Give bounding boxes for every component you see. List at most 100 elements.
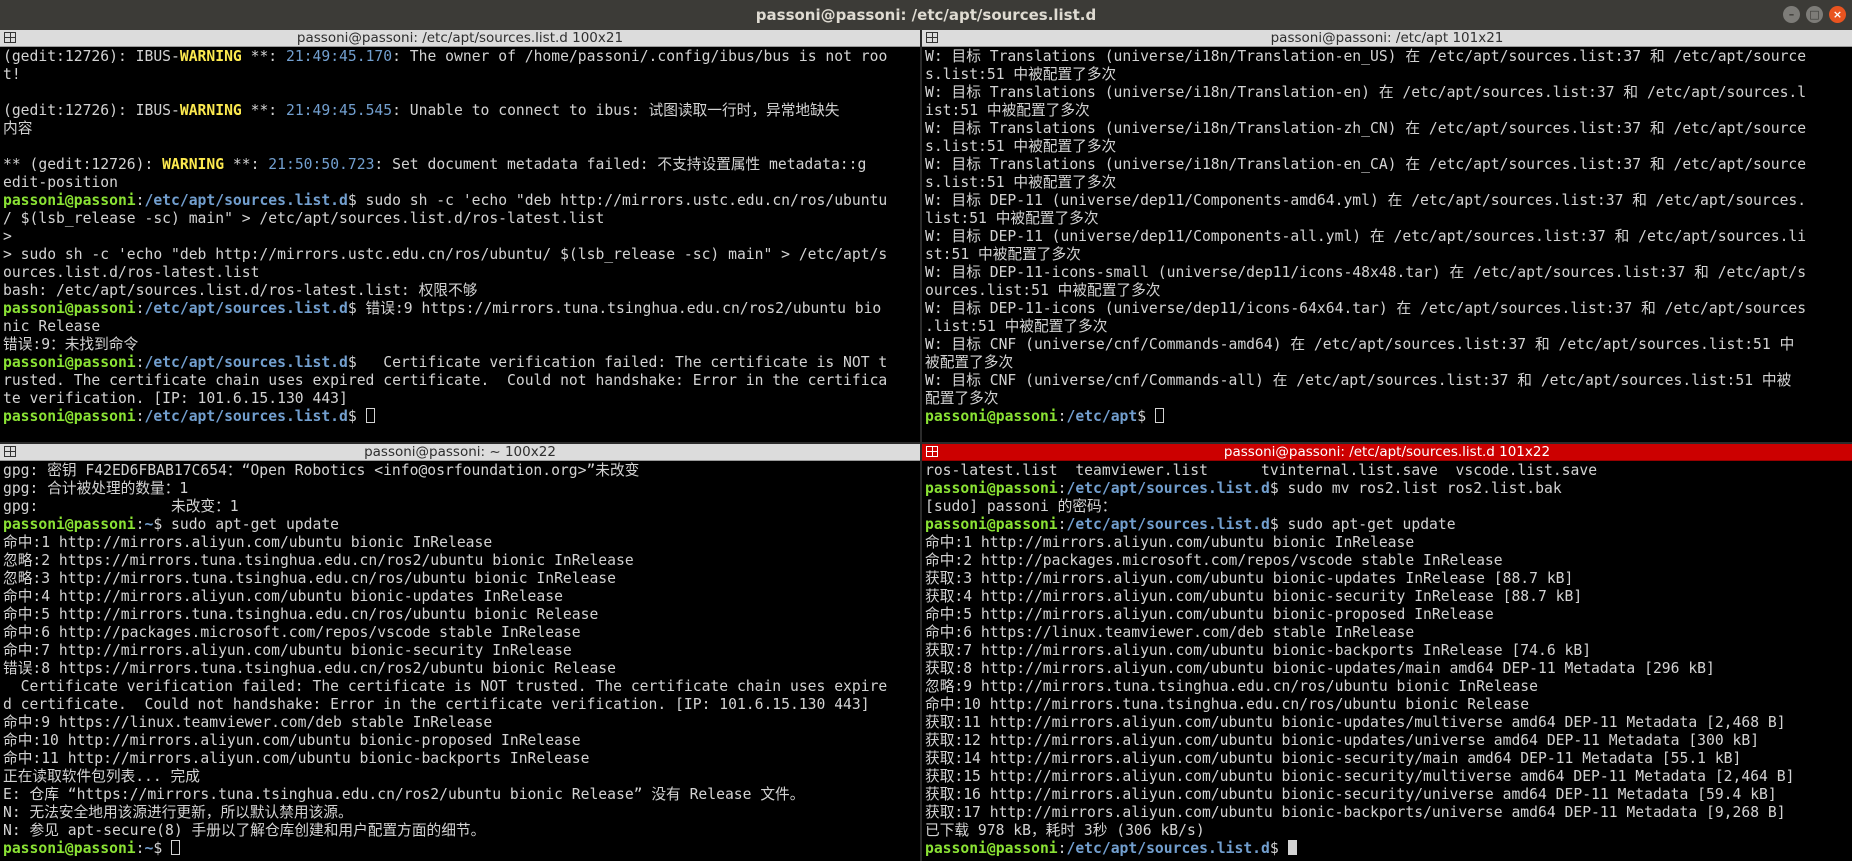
terminal-line: 命中:5 http://mirrors.aliyun.com/ubuntu bi…: [925, 606, 1849, 624]
terminal-text: W: 目标 Translations (universe/i18n/Transl…: [925, 84, 1807, 101]
terminal-text: s.list:51 中被配置了多次: [925, 66, 1117, 83]
terminal-text: 获取:17 http://mirrors.aliyun.com/ubuntu b…: [925, 804, 1786, 821]
terminal-text: $: [1269, 840, 1288, 857]
terminal-output[interactable]: (gedit:12726): IBUS-WARNING **: 21:49:45…: [3, 48, 917, 442]
prompt-user: passoni@passoni: [925, 516, 1058, 533]
terminal-grid-icon[interactable]: [4, 32, 16, 43]
terminal-grid-icon[interactable]: [926, 446, 938, 457]
terminal-text: 命中:1 http://mirrors.aliyun.com/ubuntu bi…: [3, 534, 493, 551]
terminal-text: 命中:7 http://mirrors.aliyun.com/ubuntu bi…: [3, 642, 572, 659]
terminal-text: W: 目标 CNF (universe/cnf/Commands-all) 在 …: [925, 372, 1792, 389]
minimize-icon[interactable]: –: [1783, 6, 1800, 23]
close-icon[interactable]: ×: [1829, 6, 1846, 23]
terminal-line: 获取:7 http://mirrors.aliyun.com/ubuntu bi…: [925, 642, 1849, 660]
terminal-output[interactable]: W: 目标 Translations (universe/i18n/Transl…: [925, 48, 1849, 442]
prompt-user: passoni@passoni: [3, 840, 136, 857]
terminal-text: / $(lsb_release -sc) main" > /etc/apt/so…: [3, 210, 605, 227]
terminal-line: passoni@passoni:~$: [3, 840, 917, 858]
terminal-text: gpg: 密钥 F42ED6FBAB17C654：“Open Robotics …: [3, 462, 640, 479]
terminal-text: W: 目标 Translations (universe/i18n/Transl…: [925, 48, 1807, 65]
terminal-text: s.list:51 中被配置了多次: [925, 138, 1117, 155]
terminal-line: / $(lsb_release -sc) main" > /etc/apt/so…: [3, 210, 917, 228]
terminal-line: ist:51 中被配置了多次: [925, 102, 1849, 120]
terminal-text: $ 错误:9 https://mirrors.tuna.tsinghua.edu…: [347, 300, 882, 317]
terminal-line: passoni@passoni:/etc/apt/sources.list.d$: [925, 840, 1849, 858]
terminal-grid-icon[interactable]: [926, 32, 938, 43]
terminal-line: 错误:8 https://mirrors.tuna.tsinghua.edu.c…: [3, 660, 917, 678]
terminal-line: 命中:2 http://packages.microsoft.com/repos…: [925, 552, 1849, 570]
terminal-line: gpg: 密钥 F42ED6FBAB17C654：“Open Robotics …: [3, 462, 917, 480]
pane-titlebar: passoni@passoni: /etc/apt/sources.list.d…: [0, 30, 920, 47]
terminal-pane-bottom-right[interactable]: passoni@passoni: /etc/apt/sources.list.d…: [922, 444, 1852, 861]
terminal-output[interactable]: gpg: 密钥 F42ED6FBAB17C654：“Open Robotics …: [3, 462, 917, 861]
terminal-line: 获取:17 http://mirrors.aliyun.com/ubuntu b…: [925, 804, 1849, 822]
terminal-text: 忽略:3 http://mirrors.tuna.tsinghua.edu.cn…: [3, 570, 616, 587]
terminal-pane-top-left[interactable]: passoni@passoni: /etc/apt/sources.list.d…: [0, 30, 920, 442]
terminal-text: >: [3, 228, 12, 245]
terminal-line: passoni@passoni:/etc/apt/sources.list.d$…: [925, 516, 1849, 534]
terminal-text: edit-position: [3, 174, 118, 191]
terminal-text: 获取:7 http://mirrors.aliyun.com/ubuntu bi…: [925, 642, 1592, 659]
terminal-line: 命中:9 https://linux.teamviewer.com/deb st…: [3, 714, 917, 732]
terminal-line: nic Release: [3, 318, 917, 336]
terminal-output[interactable]: ros-latest.list teamviewer.list tvintern…: [925, 462, 1849, 861]
terminal-line: 命中:7 http://mirrors.aliyun.com/ubuntu bi…: [3, 642, 917, 660]
terminal-line: s.list:51 中被配置了多次: [925, 66, 1849, 84]
prompt-user: passoni@passoni: [925, 408, 1058, 425]
cursor: [1287, 840, 1297, 855]
terminal-text: gpg: 合计被处理的数量：1: [3, 480, 189, 497]
terminal-line: s.list:51 中被配置了多次: [925, 174, 1849, 192]
window-controls: – □ ×: [1783, 6, 1846, 23]
terminal-line: 被配置了多次: [925, 354, 1849, 372]
terminal-line: 获取:4 http://mirrors.aliyun.com/ubuntu bi…: [925, 588, 1849, 606]
terminal-line: 命中:6 http://packages.microsoft.com/repos…: [3, 624, 917, 642]
terminal-line: 获取:15 http://mirrors.aliyun.com/ubuntu b…: [925, 768, 1849, 786]
terminal-text: st:51 中被配置了多次: [925, 246, 1081, 263]
pane-title: passoni@passoni: ~ 100x22: [364, 444, 556, 460]
terminal-line: bash: /etc/apt/sources.list.d/ros-latest…: [3, 282, 917, 300]
terminal-line: t!: [3, 66, 917, 84]
terminal-line: gpg: 未改变：1: [3, 498, 917, 516]
terminal-pane-bottom-left[interactable]: passoni@passoni: ~ 100x22 gpg: 密钥 F42ED6…: [0, 444, 920, 861]
terminal-line: passoni@passoni:/etc/apt/sources.list.d$…: [3, 300, 917, 318]
terminal-line: > sudo sh -c 'echo "deb http://mirrors.u…: [3, 246, 917, 264]
terminal-text: $ Certificate verification failed: The c…: [347, 354, 888, 371]
terminal-text: 命中:5 http://mirrors.tuna.tsinghua.edu.cn…: [3, 606, 599, 623]
terminal-line: passoni@passoni:/etc/apt/sources.list.d$: [3, 408, 917, 426]
terminal-line: W: 目标 DEP-11 (universe/dep11/Components-…: [925, 192, 1849, 210]
terminal-text: N: 参见 apt-secure(8) 手册以了解仓库创建和用户配置方面的细节。: [3, 822, 486, 839]
terminal-grid-icon[interactable]: [4, 446, 16, 457]
terminal-line: E: 仓库 “https://mirrors.tuna.tsinghua.edu…: [3, 786, 917, 804]
terminal-line: (gedit:12726): IBUS-WARNING **: 21:49:45…: [3, 48, 917, 66]
terminal-pane-top-right[interactable]: passoni@passoni: /etc/apt 101x21 W: 目标 T…: [922, 30, 1852, 442]
maximize-icon[interactable]: □: [1806, 6, 1823, 23]
terminal-line: 命中:11 http://mirrors.aliyun.com/ubuntu b…: [3, 750, 917, 768]
prompt-path: /etc/apt/sources.list.d: [144, 408, 348, 425]
terminal-line: 命中:1 http://mirrors.aliyun.com/ubuntu bi…: [3, 534, 917, 552]
prompt-user: passoni@passoni: [3, 408, 136, 425]
terminal-text: 配置了多次: [925, 390, 999, 407]
terminal-text: ** (gedit:12726):: [3, 156, 163, 173]
warning-label: WARNING: [179, 102, 242, 119]
terminal-text: **:: [241, 48, 286, 65]
terminal-line: ources.list:51 中被配置了多次: [925, 282, 1849, 300]
prompt-user: passoni@passoni: [925, 840, 1058, 857]
terminal-text: rusted. The certificate chain uses expir…: [3, 372, 888, 389]
terminal-line: 配置了多次: [925, 390, 1849, 408]
terminal-text: 正在读取软件包列表... 完成: [3, 768, 200, 785]
terminal-line: edit-position: [3, 174, 917, 192]
terminal-text: 命中:2 http://packages.microsoft.com/repos…: [925, 552, 1503, 569]
terminal-text: **:: [224, 156, 269, 173]
terminal-text: 错误:9：未找到命令: [3, 336, 139, 353]
prompt-user: passoni@passoni: [3, 354, 136, 371]
terminal-line: 内容: [3, 120, 917, 138]
terminal-line: passoni@passoni:/etc/apt/sources.list.d$…: [3, 192, 917, 210]
terminal-text: W: 目标 DEP-11 (universe/dep11/Components-…: [925, 192, 1807, 209]
prompt-path: ~: [144, 840, 154, 857]
terminal-line: passoni@passoni:/etc/apt$: [925, 408, 1849, 426]
terminal-text: .list:51 中被配置了多次: [925, 318, 1108, 335]
terminal-line: 命中:10 http://mirrors.tuna.tsinghua.edu.c…: [925, 696, 1849, 714]
terminal-line: W: 目标 Translations (universe/i18n/Transl…: [925, 120, 1849, 138]
terminal-text: 忽略:9 http://mirrors.tuna.tsinghua.edu.cn…: [925, 678, 1538, 695]
